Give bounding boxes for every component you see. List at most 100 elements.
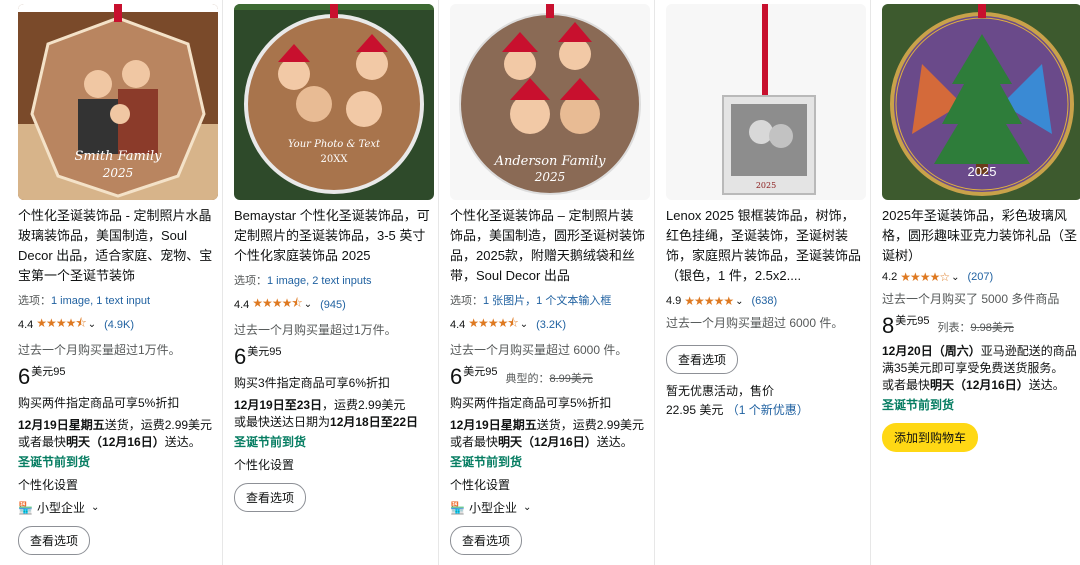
rating-value: 4.2 [882, 271, 898, 283]
list-label: 列表： [937, 322, 971, 334]
chevron-down-icon[interactable]: ⌄ [951, 272, 959, 283]
review-count[interactable]: (945) [320, 299, 346, 311]
personalize-label: 个性化设置 [450, 478, 511, 492]
rating-stars-icon[interactable]: ★★★★⯪ [252, 294, 302, 315]
options: 选项：1 张图片，1 个文本输入框 [450, 292, 646, 308]
delivery-info: 12月20日（周六）亚马逊配送的商品满35美元即可享受免费送货服务。 或者最快明… [882, 343, 1078, 394]
product-title[interactable]: Lenox 2025 银框装饰品，树饰，红色挂绳，圣诞装饰，圣诞树装饰，家庭照片… [666, 206, 862, 286]
delivery-date: 12月19日星期五 [18, 418, 105, 432]
fast-prefix: 或者最快 [18, 435, 67, 449]
image-year: 2025 [967, 164, 997, 179]
bought-info: 过去一个月购买量超过1万件。 [234, 323, 397, 337]
list-price: 典型的：8.99美元 [506, 370, 593, 386]
options: 选项：1 image, 2 text inputs [234, 272, 430, 288]
chevron-down-icon: ⌄ [90, 502, 100, 513]
rating-stars-icon[interactable]: ★★★★⯪ [36, 314, 86, 335]
rating-row: 4.2 ★★★★☆ ⌄ (207) [882, 270, 1078, 284]
options-label: 选项： [234, 275, 267, 287]
chevron-down-icon[interactable]: ⌄ [304, 299, 312, 310]
xmas-badge: 圣诞节前到货 [18, 455, 91, 469]
rating-value: 4.4 [18, 318, 34, 331]
small-business-label: 小型企业 [468, 501, 517, 515]
options-link[interactable]: 1 image, 1 text input [51, 295, 150, 307]
delivery-text: 送货，运费2.99美元 [536, 418, 645, 432]
fast-date: 明天（12月16日） [930, 378, 1029, 392]
offer-price: 22.95 美元 [666, 403, 724, 417]
small-business-label: 小型企业 [36, 501, 85, 515]
no-offer-text: 暂无优惠活动，售价 [666, 384, 775, 398]
see-options-button[interactable]: 查看选项 [234, 483, 307, 512]
price[interactable]: 6 美元95 典型的：8.99美元 [450, 366, 646, 388]
options-label: 选项： [18, 295, 51, 307]
review-count[interactable]: (638) [751, 295, 777, 307]
divider [654, 0, 655, 565]
product-image[interactable]: 2025 [666, 4, 866, 200]
fast-date: 12月18日至22日 [330, 415, 419, 429]
product-title[interactable]: 2025年圣诞装饰品，彩色玻璃风格，圆形趣味亚克力装饰礼品（圣诞树） [882, 206, 1078, 266]
see-options-button[interactable]: 查看选项 [666, 345, 739, 374]
rating-value: 4.4 [234, 298, 250, 311]
small-business[interactable]: 🏪 小型企业 ⌄ [18, 499, 214, 516]
product-image[interactable]: Anderson Family 2025 [450, 4, 650, 200]
list-label: 典型的： [505, 373, 550, 385]
price-unit: 美元95 [31, 366, 66, 378]
offer-row: 22.95 美元 （1 个新优惠） [666, 401, 862, 418]
product-card: 2025 Lenox 2025 银框装饰品，树饰，红色挂绳，圣诞装饰，圣诞树装饰… [660, 0, 868, 565]
delivery-info: 12月19日至23日，运费2.99美元 或最快送达日期为12月18日至22日 [234, 397, 430, 431]
list-price: 列表：9.98美元 [938, 319, 1014, 335]
review-count[interactable]: (4.9K) [104, 319, 134, 331]
review-count[interactable]: (207) [967, 271, 993, 283]
store-icon: 🏪 [18, 500, 33, 515]
image-caption: Smith Family [74, 149, 162, 164]
price-whole: 8 [882, 313, 895, 338]
price-whole: 6 [18, 364, 31, 389]
delivery-date: 12月19日至23日 [234, 398, 323, 412]
new-offer-link[interactable]: （1 个新优惠） [727, 403, 809, 417]
list-price-value: 8.99美元 [549, 373, 593, 385]
product-image[interactable]: Smith Family 2025 [18, 4, 218, 200]
product-image[interactable]: Your Photo & Text 20XX [234, 4, 434, 200]
product-card: 2025 2025年圣诞装饰品，彩色玻璃风格，圆形趣味亚克力装饰礼品（圣诞树） … [876, 0, 1080, 565]
rating-row: 4.9 ★★★★★ ⌄ (638) [666, 294, 862, 308]
rating-stars-icon[interactable]: ★★★★☆ [900, 270, 950, 284]
divider [870, 0, 871, 565]
product-title[interactable]: 个性化圣诞装饰品 – 定制照片装饰品，美国制造，圆形圣诞树装饰品，2025款，附… [450, 206, 646, 286]
rating-stars-icon[interactable]: ★★★★⯪ [468, 314, 518, 335]
xmas-badge: 圣诞节前到货 [450, 455, 523, 469]
fast-prefix: 或最快送达日期为 [234, 415, 331, 429]
fast-prefix: 或者最快 [882, 378, 931, 392]
chevron-down-icon[interactable]: ⌄ [735, 296, 743, 307]
image-year: 2025 [102, 166, 134, 180]
product-image[interactable]: 2025 [882, 4, 1080, 200]
bought-info: 过去一个月购买量超过 6000 件。 [666, 316, 844, 330]
price-unit: 美元95 [247, 346, 282, 358]
price[interactable]: 6 美元95 [234, 346, 430, 368]
options-link[interactable]: 1 张图片，1 个文本输入框 [483, 295, 611, 307]
divider [222, 0, 223, 565]
see-options-button[interactable]: 查看选项 [450, 526, 523, 555]
product-title[interactable]: 个性化圣诞装饰品 - 定制照片水晶玻璃装饰品，美国制造，Soul Decor 出… [18, 206, 214, 286]
bought-info: 过去一个月购买量超过 6000 件。 [450, 343, 628, 357]
fast-suffix: 送达。 [596, 435, 633, 449]
small-business[interactable]: 🏪 小型企业 ⌄ [450, 499, 646, 516]
chevron-down-icon[interactable]: ⌄ [88, 319, 96, 330]
options-link[interactable]: 1 image, 2 text inputs [267, 275, 372, 287]
rating-row: 4.4 ★★★★⯪ ⌄ (4.9K) [18, 314, 214, 335]
price-unit: 美元95 [463, 366, 498, 378]
product-grid: Smith Family 2025 个性化圣诞装饰品 - 定制照片水晶玻璃装饰品… [0, 0, 1080, 565]
product-card: Smith Family 2025 个性化圣诞装饰品 - 定制照片水晶玻璃装饰品… [12, 0, 220, 565]
list-price-value: 9.98美元 [970, 322, 1014, 334]
options-label: 选项： [450, 295, 483, 307]
chevron-down-icon[interactable]: ⌄ [520, 319, 528, 330]
divider [438, 0, 439, 565]
review-count[interactable]: (3.2K) [536, 319, 566, 331]
delivery-text: ，运费2.99美元 [322, 398, 406, 412]
price[interactable]: 8 美元95 列表：9.98美元 [882, 315, 1078, 337]
rating-stars-icon[interactable]: ★★★★★ [684, 294, 734, 308]
bought-info: 过去一个月购买了 5000 多件商品 [882, 292, 1060, 306]
rating-value: 4.4 [450, 318, 466, 331]
options: 选项：1 image, 1 text input [18, 292, 214, 308]
add-to-cart-button[interactable]: 添加到购物车 [882, 423, 979, 452]
price[interactable]: 6 美元95 [18, 366, 214, 388]
see-options-button[interactable]: 查看选项 [18, 526, 91, 555]
